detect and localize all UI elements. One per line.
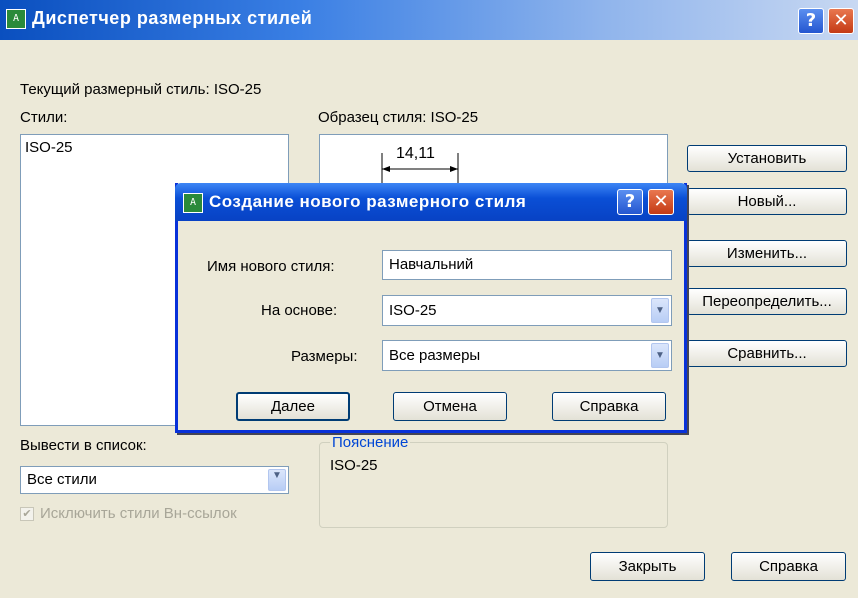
close-button[interactable]: Закрыть: [590, 552, 705, 581]
new-button[interactable]: Новый...: [687, 188, 847, 215]
use-for-dropdown[interactable]: Все размеры ▼: [382, 340, 672, 371]
list-filter-value: Все стили: [27, 471, 97, 488]
start-with-value: ISO-25: [389, 302, 437, 319]
chevron-down-icon[interactable]: ▼: [268, 469, 286, 491]
description-group: [319, 442, 668, 528]
preview-label: Образец стиля: ISO-25: [318, 109, 479, 126]
description-text: ISO-25: [330, 457, 378, 474]
dialog-title: Создание нового размерного стиля: [209, 192, 527, 211]
window-titlebar[interactable]: A Диспетчер размерных стилей ? ✕: [0, 0, 858, 40]
dialog-app-icon: A: [183, 193, 203, 213]
dialog-help-icon[interactable]: ?: [617, 189, 643, 215]
cancel-button[interactable]: Отмена: [393, 392, 507, 421]
chevron-down-icon[interactable]: ▼: [651, 343, 669, 368]
close-icon[interactable]: ✕: [828, 8, 854, 34]
new-style-name-label: Имя нового стиля:: [207, 258, 335, 275]
start-with-label: На основе:: [261, 302, 338, 319]
app-icon: A: [6, 9, 26, 29]
dialog-help-button[interactable]: Справка: [552, 392, 666, 421]
window-title: Диспетчер размерных стилей: [32, 8, 313, 28]
help-icon[interactable]: ?: [798, 8, 824, 34]
modify-button[interactable]: Изменить...: [687, 240, 847, 267]
compare-button[interactable]: Сравнить...: [687, 340, 847, 367]
preview-dimension-text: 14,11: [396, 145, 435, 162]
chevron-down-icon[interactable]: ▼: [651, 298, 669, 323]
override-button[interactable]: Переопределить...: [687, 288, 847, 315]
continue-button[interactable]: Далее: [236, 392, 350, 421]
list-filter-label: Вывести в список:: [20, 437, 147, 454]
use-for-value: Все размеры: [389, 347, 481, 364]
style-list-item[interactable]: ISO-25: [25, 139, 73, 156]
current-style-label: Текущий размерный стиль: ISO-25: [20, 81, 262, 98]
create-new-dimension-style-dialog: A Создание нового размерного стиля ? ✕ И…: [175, 183, 687, 433]
list-filter-dropdown[interactable]: Все стили ▼: [20, 466, 289, 494]
start-with-dropdown[interactable]: ISO-25 ▼: [382, 295, 672, 326]
help-button[interactable]: Справка: [731, 552, 846, 581]
use-for-label: Размеры:: [291, 348, 358, 365]
description-label: Пояснение: [330, 434, 411, 451]
dialog-close-icon[interactable]: ✕: [648, 189, 674, 215]
new-style-name-value: Навчальний: [389, 256, 474, 273]
dialog-titlebar[interactable]: A Создание нового размерного стиля ? ✕: [175, 183, 687, 221]
exclude-xref-label: Исключить стили Вн-ссылок: [40, 505, 237, 522]
new-style-name-input[interactable]: Навчальний: [382, 250, 672, 280]
exclude-xref-checkbox[interactable]: ✔: [20, 507, 34, 521]
styles-label: Стили:: [20, 109, 68, 126]
set-current-button[interactable]: Установить: [687, 145, 847, 172]
